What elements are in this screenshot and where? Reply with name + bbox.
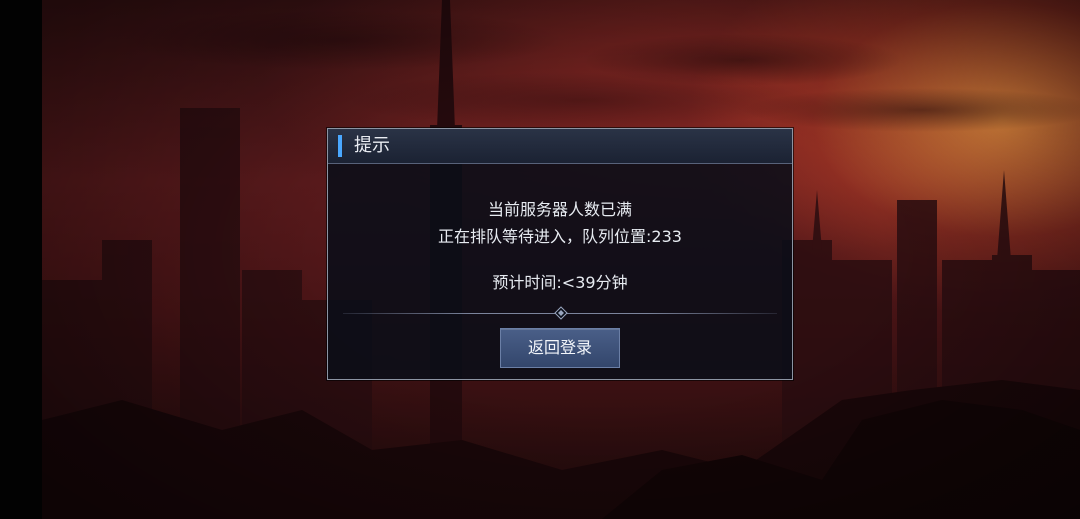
server-full-message: 当前服务器人数已满 [487,200,632,219]
queue-position-message: 正在排队等待进入，队列位置:233 [438,227,682,246]
header-accent-bar [338,135,342,157]
left-black-bar [0,0,42,519]
divider-ornament-icon [554,306,568,320]
return-to-login-button[interactable]: 返回登录 [500,328,620,368]
dialog-title: 提示 [354,135,390,156]
dialog-header: 提示 [328,129,792,164]
queue-notice-dialog: 提示 当前服务器人数已满 正在排队等待进入，队列位置:233 预计时间:<39分… [327,128,793,380]
game-screen: 提示 当前服务器人数已满 正在排队等待进入，队列位置:233 预计时间:<39分… [0,0,1080,519]
estimated-time-message: 预计时间:<39分钟 [492,273,628,292]
